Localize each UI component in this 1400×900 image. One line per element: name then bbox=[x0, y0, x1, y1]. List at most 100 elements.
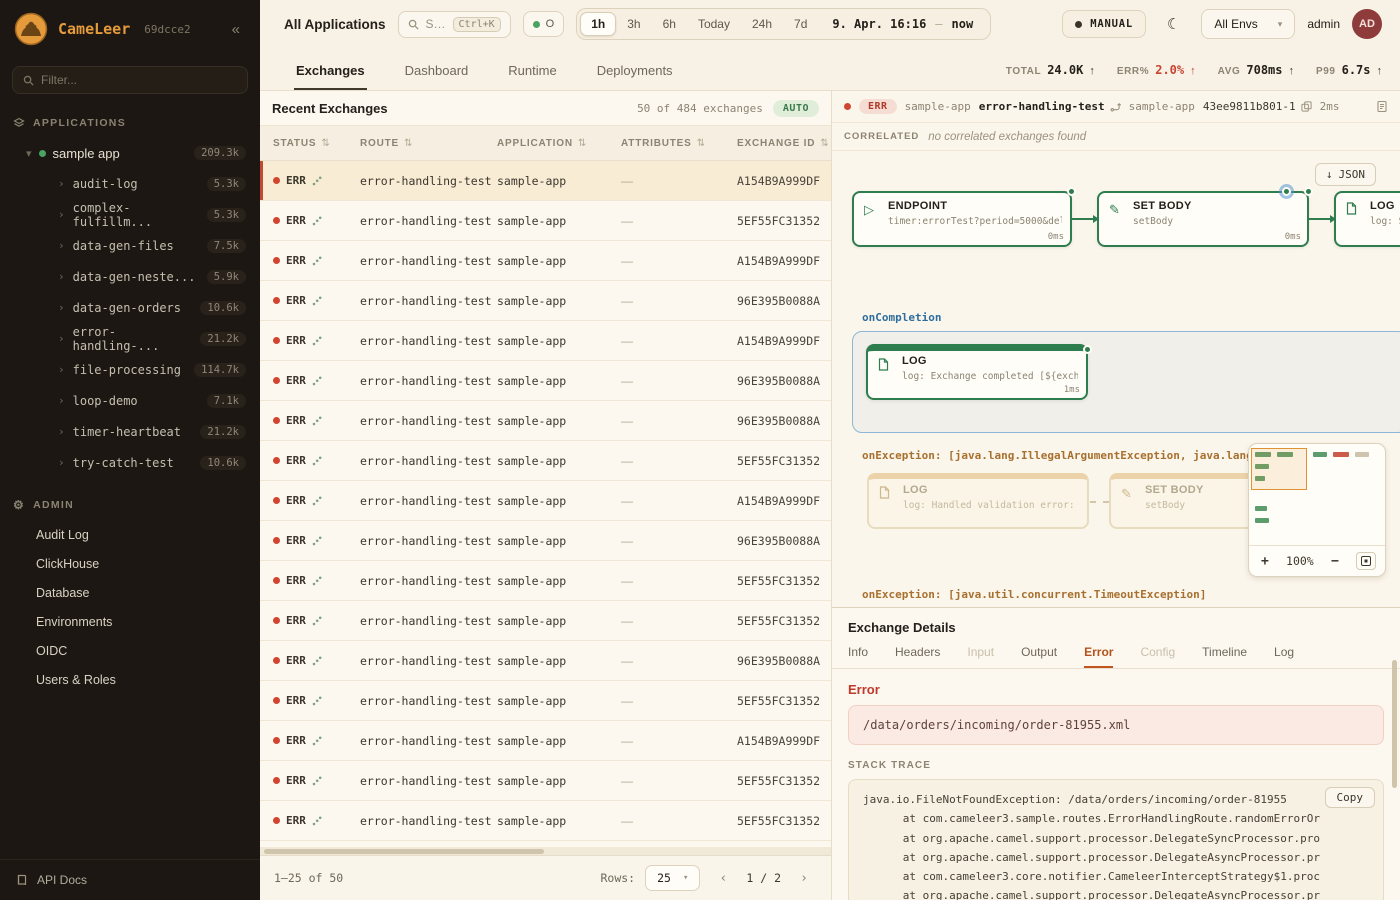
diagram-node-completion-log[interactable]: LOG log: Exchange completed [${exchan 1m… bbox=[866, 344, 1088, 400]
table-row[interactable]: ERR error-handling-test sample-app — A15… bbox=[260, 481, 831, 521]
route-diagram-canvas[interactable]: ↓ JSON ▷ ENDPOINT timer:errorTest?period… bbox=[832, 151, 1400, 607]
table-row[interactable]: ERR error-handling-test sample-app — 5EF… bbox=[260, 561, 831, 601]
table-row[interactable]: ERR error-handling-test sample-app — 5EF… bbox=[260, 681, 831, 721]
table-row[interactable]: ERR error-handling-test sample-app — 96E… bbox=[260, 281, 831, 321]
detail-tab[interactable]: Info bbox=[848, 645, 868, 668]
column-header[interactable]: APPLICATION ⇅ bbox=[497, 138, 621, 149]
sidebar-route-item[interactable]: › data-gen-files 7.5k bbox=[0, 230, 260, 261]
time-range-button[interactable]: 24h bbox=[741, 12, 783, 36]
dark-mode-toggle[interactable]: ☾ bbox=[1158, 10, 1189, 38]
rows-per-page-select[interactable]: 25 ▾ bbox=[645, 865, 700, 891]
copy-icon[interactable] bbox=[1301, 101, 1312, 112]
table-row[interactable]: ERR error-handling-test sample-app — A15… bbox=[260, 321, 831, 361]
table-row[interactable]: ERR error-handling-test sample-app — 5EF… bbox=[260, 201, 831, 241]
global-search-input[interactable]: S… Ctrl+K bbox=[398, 11, 511, 38]
sidebar-admin-item[interactable]: OIDC bbox=[0, 636, 260, 665]
zoom-out-button[interactable]: − bbox=[1328, 554, 1342, 569]
diagram-node-log[interactable]: LOG log: Sta bbox=[1334, 191, 1400, 247]
detail-tab[interactable]: Config bbox=[1140, 645, 1175, 668]
minimap-canvas[interactable] bbox=[1249, 444, 1385, 546]
sidebar-route-item[interactable]: › data-gen-orders 10.6k bbox=[0, 292, 260, 323]
fit-view-icon[interactable] bbox=[1356, 552, 1376, 570]
sidebar-route-item[interactable]: › timer-heartbeat 21.2k bbox=[0, 416, 260, 447]
nav-tab[interactable]: Runtime bbox=[506, 63, 558, 90]
table-row[interactable]: ERR error-handling-test sample-app — A15… bbox=[260, 241, 831, 281]
detail-tab[interactable]: Headers bbox=[895, 645, 940, 668]
diagram-node-endpoint[interactable]: ▷ ENDPOINT timer:errorTest?period=5000&d… bbox=[852, 191, 1072, 247]
route-count-badge: 21.2k bbox=[200, 425, 246, 439]
content-split: Recent Exchanges 50 of 484 exchanges AUT… bbox=[260, 91, 1400, 900]
environment-select[interactable]: All Envs ▾ bbox=[1201, 9, 1295, 39]
column-header[interactable]: STATUS ⇅ bbox=[273, 138, 360, 149]
sidebar-admin-item[interactable]: Database bbox=[0, 578, 260, 607]
prev-page-button[interactable]: ‹ bbox=[710, 865, 736, 891]
table-row[interactable]: ERR error-handling-test sample-app — 96E… bbox=[260, 361, 831, 401]
sidebar-route-item[interactable]: › loop-demo 7.1k bbox=[0, 385, 260, 416]
table-row[interactable]: ERR error-handling-test sample-app — 96E… bbox=[260, 641, 831, 681]
table-row[interactable]: ERR error-handling-test sample-app — 96E… bbox=[260, 401, 831, 441]
route-name-text: error-handling-test bbox=[979, 100, 1105, 113]
table-row[interactable]: ERR error-handling-test sample-app — A15… bbox=[260, 161, 831, 201]
nav-tab[interactable]: Exchanges bbox=[294, 63, 367, 90]
scrollbar-thumb[interactable] bbox=[264, 849, 544, 854]
exchange-table-body: ERR error-handling-test sample-app — A15… bbox=[260, 161, 831, 847]
detail-tab[interactable]: Timeline bbox=[1202, 645, 1247, 668]
sidebar-item-sample-app[interactable]: ▾ sample app 209.3k bbox=[0, 138, 260, 168]
next-page-button[interactable]: › bbox=[791, 865, 817, 891]
vertical-scrollbar-thumb[interactable] bbox=[1392, 660, 1397, 788]
time-range-button[interactable]: 6h bbox=[652, 12, 687, 36]
sidebar-admin-item[interactable]: Audit Log bbox=[0, 520, 260, 549]
time-range-button[interactable]: 7d bbox=[783, 12, 818, 36]
table-row[interactable]: ERR error-handling-test sample-app — 5EF… bbox=[260, 801, 831, 841]
nav-tab[interactable]: Deployments bbox=[595, 63, 675, 90]
chevron-right-icon: › bbox=[58, 270, 65, 283]
table-row[interactable]: ERR error-handling-test sample-app — A15… bbox=[260, 721, 831, 761]
table-row[interactable]: ERR error-handling-test sample-app — 5EF… bbox=[260, 761, 831, 801]
time-range-button[interactable]: Today bbox=[687, 12, 741, 36]
manual-refresh-button[interactable]: MANUAL bbox=[1062, 10, 1146, 38]
detail-tab[interactable]: Input bbox=[967, 645, 994, 668]
diagram-node-exception-log[interactable]: LOG log: Handled validation error: ${exc… bbox=[867, 473, 1089, 529]
detail-tab[interactable]: Output bbox=[1021, 645, 1057, 668]
sidebar-route-item[interactable]: › complex-fulfillm... 5.3k bbox=[0, 199, 260, 230]
date-range-display[interactable]: 9. Apr. 16:16 – now bbox=[818, 17, 987, 31]
sidebar-item-api-docs[interactable]: API Docs bbox=[0, 859, 260, 900]
copy-button[interactable]: Copy bbox=[1325, 787, 1376, 808]
sidebar-route-item[interactable]: › error-handling-... 21.2k bbox=[0, 323, 260, 354]
diagram-node-exception-set-body[interactable]: ✎ SET BODY setBody bbox=[1109, 473, 1261, 529]
column-header[interactable]: ATTRIBUTES ⇅ bbox=[621, 138, 737, 149]
document-copy-icon[interactable] bbox=[1376, 100, 1388, 113]
nav-tab[interactable]: Dashboard bbox=[403, 63, 471, 90]
time-range-button[interactable]: 1h bbox=[580, 12, 616, 36]
table-row[interactable]: ERR error-handling-test sample-app — 5EF… bbox=[260, 441, 831, 481]
sidebar-route-item[interactable]: › data-gen-neste... 5.9k bbox=[0, 261, 260, 292]
table-row[interactable]: ERR error-handling-test sample-app — 5EF… bbox=[260, 601, 831, 641]
sidebar-route-item[interactable]: › file-processing 114.7k bbox=[0, 354, 260, 385]
sidebar-route-item[interactable]: › audit-log 5.3k bbox=[0, 168, 260, 199]
column-header[interactable]: EXCHANGE ID ⇅ bbox=[737, 138, 831, 149]
avatar[interactable]: AD bbox=[1352, 9, 1382, 39]
sidebar-filter[interactable] bbox=[12, 66, 248, 94]
auto-refresh-badge[interactable]: AUTO bbox=[773, 100, 819, 117]
sidebar-filter-input[interactable] bbox=[41, 73, 237, 87]
sidebar-admin-item[interactable]: Users & Roles bbox=[0, 665, 260, 694]
horizontal-scrollbar[interactable] bbox=[260, 847, 831, 855]
detail-route-name[interactable]: error-handling-test bbox=[979, 100, 1121, 113]
download-json-button[interactable]: ↓ JSON bbox=[1315, 163, 1376, 186]
time-range-button[interactable]: 3h bbox=[616, 12, 651, 36]
sidebar-route-item[interactable]: › try-catch-test 10.6k bbox=[0, 447, 260, 478]
live-toggle[interactable]: O bbox=[523, 11, 565, 37]
sidebar-admin-item[interactable]: Environments bbox=[0, 607, 260, 636]
error-heading: Error bbox=[848, 682, 1384, 697]
diagram-node-set-body[interactable]: ✎ SET BODY setBody 0ms bbox=[1097, 191, 1309, 247]
table-row[interactable]: ERR error-handling-test sample-app — 96E… bbox=[260, 521, 831, 561]
sidebar-admin-item[interactable]: ClickHouse bbox=[0, 549, 260, 578]
error-dot-icon bbox=[273, 497, 280, 504]
detail-tab[interactable]: Error bbox=[1084, 645, 1113, 668]
column-header[interactable]: ROUTE ⇅ bbox=[360, 138, 497, 149]
minimap-viewport[interactable] bbox=[1251, 448, 1307, 490]
detail-tab[interactable]: Log bbox=[1274, 645, 1294, 668]
zoom-in-button[interactable]: + bbox=[1258, 554, 1272, 569]
sidebar-collapse-icon[interactable]: « bbox=[226, 19, 246, 40]
metric-value: 24.0K bbox=[1047, 63, 1083, 77]
